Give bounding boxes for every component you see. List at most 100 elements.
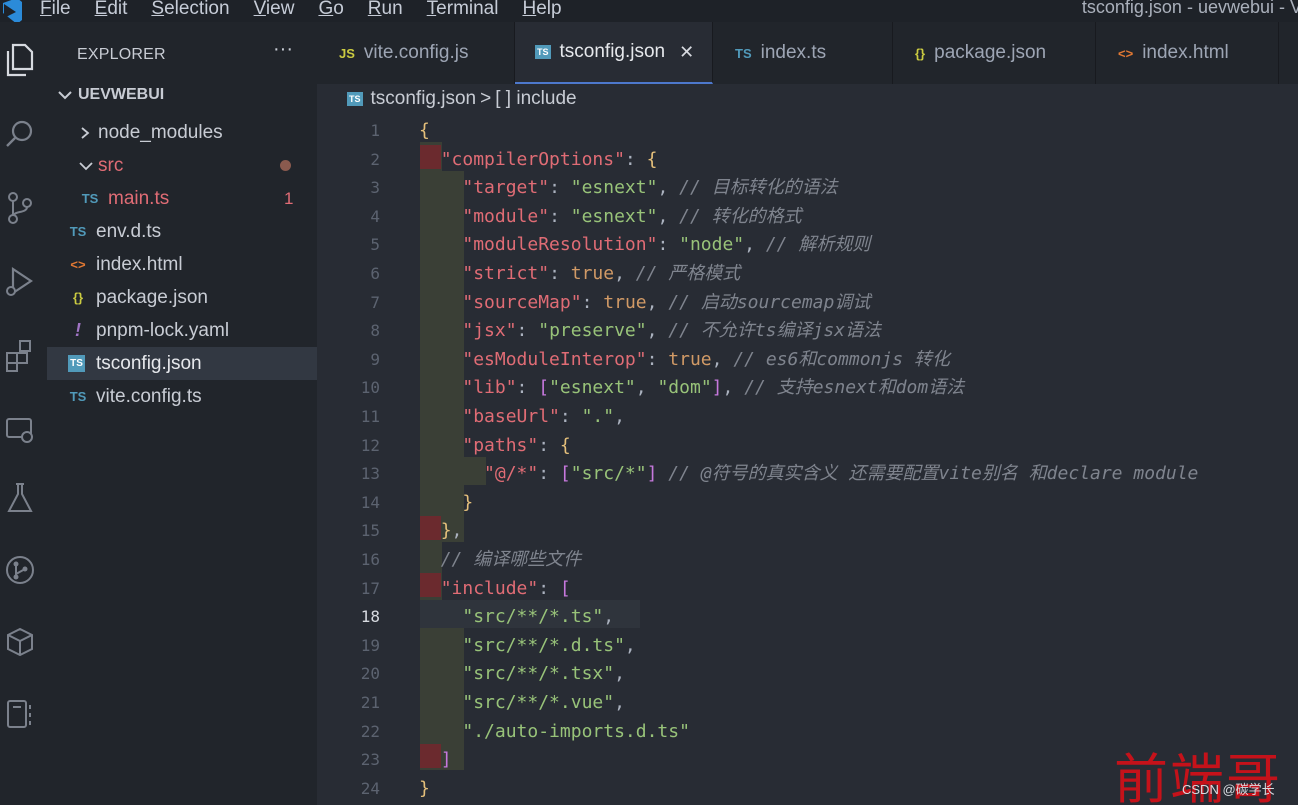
line-number: 24 <box>360 778 380 798</box>
js-file-icon: JS <box>339 45 355 61</box>
source-control-icon[interactable] <box>0 184 40 232</box>
tree-item-env-d-ts[interactable]: TS env.d.ts <box>47 215 317 248</box>
line-number: 13 <box>360 464 380 484</box>
root-folder-label: UEVWEBUI <box>78 86 165 103</box>
code-line: "./auto-imports.d.ts" <box>462 720 690 742</box>
code-line: "esModuleInterop": true, // es6和commonjs… <box>462 348 950 370</box>
testing-icon[interactable] <box>0 474 40 522</box>
chevron-down-icon <box>79 161 93 170</box>
activity-bar <box>0 22 47 805</box>
tab-label: package.json <box>934 42 1047 63</box>
menu-edit[interactable]: Edit <box>95 0 128 20</box>
tab-index-html[interactable]: <> index.html <box>1096 22 1279 84</box>
line-number: 14 <box>360 492 380 512</box>
editor-tabs: JS vite.config.js TS tsconfig.json ✕ TS … <box>317 22 1298 84</box>
menu-file[interactable]: File <box>40 0 71 20</box>
code-line: } <box>462 491 474 513</box>
code-line: "strict": true, // 严格模式 <box>462 263 741 284</box>
tree-item-label: env.d.ts <box>96 220 162 242</box>
tab-package-json[interactable]: {} package.json <box>893 22 1096 84</box>
breadcrumb-symbol[interactable]: [ ] include <box>495 88 576 110</box>
tree-item-label: src <box>98 154 124 176</box>
line-number: 16 <box>360 550 380 569</box>
explorer-sidebar: EXPLORER ··· UEVWEBUI node_modules src T… <box>47 22 317 805</box>
tab-vite-config-js[interactable]: JS vite.config.js <box>317 22 515 84</box>
line-number: 5 <box>370 235 380 255</box>
menu-go[interactable]: Go <box>318 0 343 20</box>
problem-count-badge: 1 <box>284 188 294 208</box>
line-number: 18 <box>360 607 380 627</box>
menu-terminal[interactable]: Terminal <box>427 0 499 20</box>
line-number: 6 <box>370 264 380 283</box>
line-number: 11 <box>360 407 380 426</box>
html-file-icon: <> <box>70 257 86 272</box>
package-icon[interactable] <box>0 618 40 666</box>
main-menu: File Edit Selection View Go Run Terminal… <box>40 0 586 20</box>
code-line: "include": [ <box>440 577 571 599</box>
tree-item-main-ts[interactable]: TS main.ts 1 <box>47 182 317 215</box>
breadcrumb: TS tsconfig.json > [ ] include <box>317 84 1298 114</box>
extensions-icon[interactable] <box>0 332 40 380</box>
search-icon[interactable] <box>0 110 40 158</box>
breadcrumb-file[interactable]: tsconfig.json <box>371 88 477 110</box>
code-line: "module": "esnext", // 转化的格式 <box>462 205 802 227</box>
tree-item-label: pnpm-lock.yaml <box>96 319 230 341</box>
tree-item-src[interactable]: src <box>47 149 317 182</box>
run-debug-icon[interactable] <box>0 258 40 306</box>
code-line: { <box>419 120 430 141</box>
tree-item-label: vite.config.ts <box>96 385 202 407</box>
line-number: 3 <box>370 178 380 198</box>
menu-run[interactable]: Run <box>368 0 403 20</box>
line-number: 2 <box>370 149 380 169</box>
yaml-file-icon: ! <box>75 320 81 340</box>
more-actions-icon[interactable]: ··· <box>273 38 293 61</box>
json-file-icon: {} <box>915 45 926 61</box>
modified-dot-icon <box>280 160 291 171</box>
line-number: 8 <box>370 321 380 341</box>
code-line: "src/**/*.d.ts", <box>462 634 636 656</box>
code-line: "paths": { <box>462 434 571 456</box>
html-file-icon: <> <box>1118 45 1134 61</box>
code-line: // 编译哪些文件 <box>440 549 582 570</box>
git-graph-icon[interactable] <box>0 546 40 594</box>
chevron-right-icon <box>81 126 90 139</box>
menu-selection[interactable]: Selection <box>151 0 229 20</box>
code-line: "lib": ["esnext", "dom"], // 支持esnext和do… <box>462 377 965 399</box>
remote-explorer-icon[interactable] <box>0 406 40 454</box>
tree-item-tsconfig-json[interactable]: TS tsconfig.json <box>47 347 317 380</box>
ts-file-icon: TS <box>81 191 99 206</box>
line-number: 9 <box>370 349 380 369</box>
line-number: 22 <box>360 721 380 741</box>
tab-index-ts[interactable]: TS index.ts <box>713 22 893 84</box>
code-line: "sourceMap": true, // 启动sourcemap调试 <box>462 291 871 313</box>
menu-view[interactable]: View <box>254 0 295 20</box>
line-number: 7 <box>370 292 380 312</box>
tree-item-label: tsconfig.json <box>96 352 202 374</box>
line-number: 10 <box>360 378 380 398</box>
tab-tsconfig-json[interactable]: TS tsconfig.json ✕ <box>515 22 713 84</box>
tree-item-node-modules[interactable]: node_modules <box>47 116 317 149</box>
code-line: "src/**/*.ts", <box>462 606 615 628</box>
code-line: }, <box>440 520 463 542</box>
tab-label: index.html <box>1142 42 1229 63</box>
tree-item-label: index.html <box>96 253 183 275</box>
json-file-icon: {} <box>72 290 84 305</box>
tree-item-package-json[interactable]: {} package.json <box>47 281 317 314</box>
tree-item-vite-config-ts[interactable]: TS vite.config.ts <box>47 380 317 413</box>
tree-item-pnpm-lock-yaml[interactable]: ! pnpm-lock.yaml <box>47 314 317 347</box>
line-number: 23 <box>360 750 380 770</box>
code-line: "baseUrl": ".", <box>462 406 625 427</box>
code-line: ] <box>440 749 452 771</box>
menu-help[interactable]: Help <box>522 0 561 20</box>
line-number: 4 <box>370 206 380 226</box>
line-number: 19 <box>360 635 380 655</box>
tree-item-index-html[interactable]: <> index.html <box>47 248 317 281</box>
remote-device-icon[interactable] <box>0 690 40 738</box>
root-folder[interactable]: UEVWEBUI <box>55 86 164 104</box>
tree-item-label: node_modules <box>98 121 223 143</box>
window-title: tsconfig.json - uevwebui - V <box>1081 0 1298 17</box>
close-icon[interactable]: ✕ <box>679 42 694 63</box>
line-number: 15 <box>360 521 380 541</box>
code-editor[interactable]: 1 {2 "compilerOptions": {3 "target": "esn… <box>317 114 1298 805</box>
explorer-icon[interactable] <box>0 36 40 84</box>
